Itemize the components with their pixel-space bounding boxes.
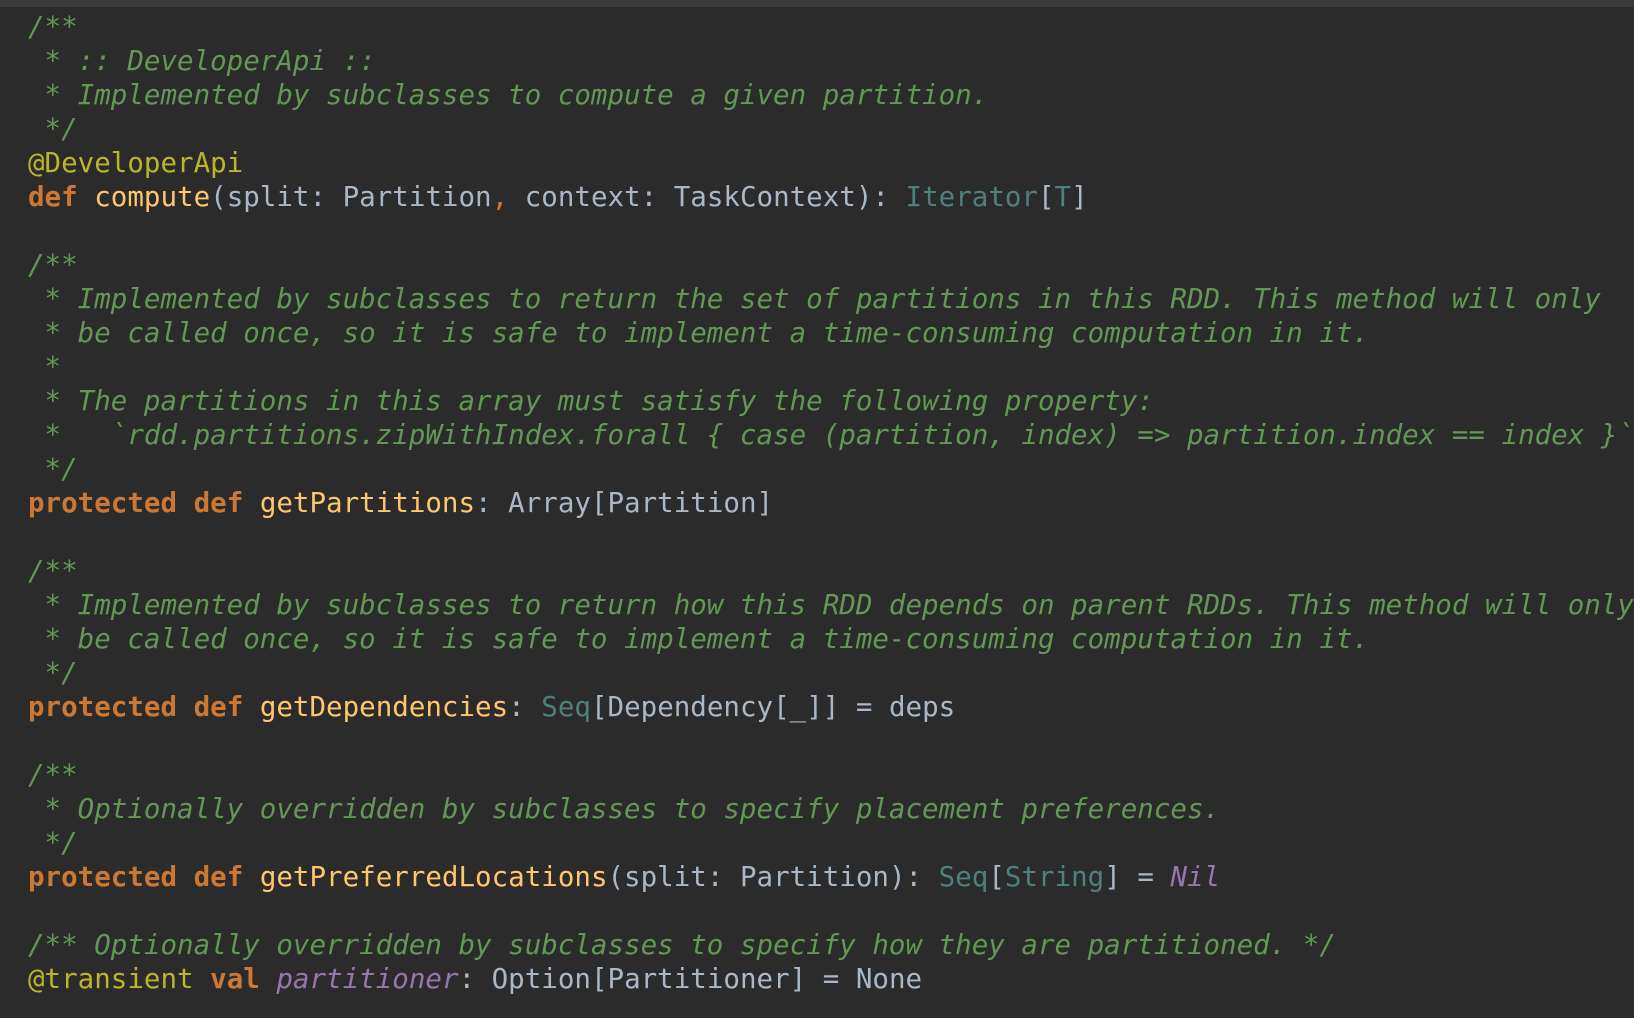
comment-token: */ [28,453,78,485]
code-token: ] = [1104,861,1171,893]
comment-token: * The partitions in this array must sati… [28,385,1154,417]
comment-token: /** [28,11,78,43]
keyword-token: def [193,487,244,519]
code-line[interactable]: */ [28,112,1634,146]
keyword-token: protected [28,487,178,519]
code-line[interactable]: */ [28,826,1634,860]
code-line[interactable]: /** [28,554,1634,588]
keyword-token: val [210,963,260,995]
code-token: : Array[Partition] [475,487,774,519]
code-token: context: TaskContext): [508,181,906,213]
code-line[interactable]: * :: DeveloperApi :: [28,44,1634,78]
code-line[interactable]: * [28,350,1634,384]
code-line[interactable]: * Implemented by subclasses to return ho… [28,588,1634,622]
code-line[interactable]: /** [28,10,1634,44]
italic-member-token: partitioner [276,963,459,995]
keyword-token: def [28,181,78,213]
code-token: : [508,691,542,723]
comment-token: /** Optionally overridden by subclasses … [28,929,1336,961]
function-name-token: getPartitions [259,487,476,519]
comment-token: * [28,351,62,383]
code-line[interactable]: def compute(split: Partition, context: T… [28,180,1634,214]
code-line[interactable] [28,214,1634,248]
comment-token: */ [28,827,78,859]
code-line[interactable] [28,894,1634,928]
code-editor[interactable]: /** * :: DeveloperApi :: * Implemented b… [0,0,1634,1018]
keyword-token: protected [28,691,178,723]
code-line[interactable]: protected def getPartitions: Array[Parti… [28,486,1634,520]
type-token: String [1004,861,1105,893]
comment-token: /** [28,555,78,587]
code-line[interactable]: * Implemented by subclasses to compute a… [28,78,1634,112]
code-line[interactable]: /** [28,758,1634,792]
comment-token: * Implemented by subclasses to return th… [28,283,1601,315]
function-name-token: compute [94,181,211,213]
code-line[interactable]: * Optionally overridden by subclasses to… [28,792,1634,826]
keyword-token: protected [28,861,178,893]
code-line[interactable]: * Implemented by subclasses to return th… [28,282,1634,316]
code-line[interactable]: protected def getDependencies: Seq[Depen… [28,690,1634,724]
comment-token: * be called once, so it is safe to imple… [28,317,1370,349]
comment-token: /** [28,759,78,791]
comment-token: * :: DeveloperApi :: [28,45,376,77]
code-line[interactable]: */ [28,656,1634,690]
code-token: ] [1071,181,1088,213]
code-token: [Dependency[_]] = deps [590,691,956,723]
comment-token: * Implemented by subclasses to return ho… [28,589,1634,621]
comment-token: * be called once, so it is safe to imple… [28,623,1370,655]
type-token: Iterator [905,181,1038,213]
code-line[interactable]: /** Optionally overridden by subclasses … [28,928,1634,962]
comment-token: * `rdd.partitions.zipWithIndex.forall { … [28,419,1634,451]
punctuation-token: , [491,181,509,213]
comment-token: * Optionally overridden by subclasses to… [28,793,1221,825]
code-token: [ [988,861,1005,893]
comment-token: */ [28,657,78,689]
code-line[interactable]: */ [28,452,1634,486]
code-line[interactable]: @DeveloperApi [28,146,1634,180]
code-line[interactable]: @transient val partitioner: Option[Parti… [28,962,1634,996]
code-line[interactable]: protected def getPreferredLocations(spli… [28,860,1634,894]
code-line[interactable] [28,520,1634,554]
code-line[interactable]: * be called once, so it is safe to imple… [28,622,1634,656]
code-line[interactable]: * The partitions in this array must sati… [28,384,1634,418]
type-token: Seq [938,861,989,893]
italic-member-token: Nil [1170,861,1221,893]
annotation-token: @DeveloperApi [28,147,244,179]
code-area[interactable]: /** * :: DeveloperApi :: * Implemented b… [28,10,1634,996]
annotation-token: @transient [28,963,194,995]
keyword-token: def [193,861,244,893]
keyword-token: def [193,691,244,723]
function-name-token: getPreferredLocations [259,861,608,893]
code-token: : Option[Partitioner] = None [458,963,923,995]
function-name-token: getDependencies [259,691,509,723]
comment-token: /** [28,249,78,281]
type-param-token: T [1054,181,1072,213]
comment-token: * Implemented by subclasses to compute a… [28,79,989,111]
code-token: (split: Partition): [607,861,939,893]
code-token: [ [1037,181,1055,213]
code-line[interactable]: * be called once, so it is safe to imple… [28,316,1634,350]
type-token: Seq [541,691,591,723]
code-line[interactable] [28,724,1634,758]
code-line[interactable]: /** [28,248,1634,282]
code-line[interactable]: * `rdd.partitions.zipWithIndex.forall { … [28,418,1634,452]
code-token: (split: Partition [210,181,492,213]
comment-token: */ [28,113,78,145]
